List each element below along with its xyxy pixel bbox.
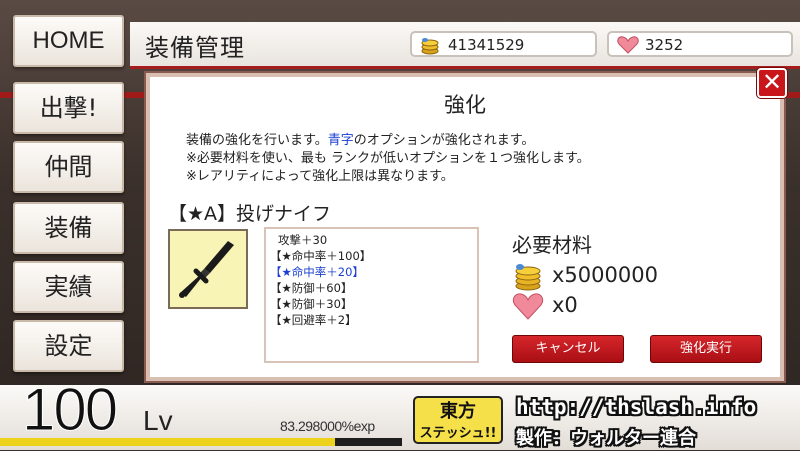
player-level: 100 bbox=[21, 376, 118, 444]
svg-text:東方: 東方 bbox=[440, 400, 476, 422]
options-list: 攻撃＋30 【★命中率＋100】 【★命中率＋20】 【★防御＋60】 【★防御… bbox=[264, 227, 479, 363]
heart-icon bbox=[512, 291, 544, 321]
svg-text:ステッシュ!!: ステッシュ!! bbox=[420, 426, 497, 441]
knife-icon bbox=[168, 229, 248, 309]
heart-cost-value: x0 bbox=[552, 293, 578, 317]
required-materials-title: 必要材料 bbox=[512, 233, 592, 257]
gold-amount: 41341529 bbox=[448, 36, 525, 54]
dialog-title: 強化 bbox=[444, 93, 486, 117]
gold-coins-icon bbox=[420, 35, 440, 55]
gold-cost-value: x5000000 bbox=[552, 263, 658, 287]
desc-text: 装備の強化を行います。 bbox=[186, 133, 328, 148]
cancel-button[interactable]: キャンセル bbox=[512, 335, 624, 363]
exp-bar bbox=[0, 438, 402, 446]
nav-equipment-button[interactable]: 装備 bbox=[13, 202, 124, 254]
option-item-highlighted: 【★命中率＋20】 bbox=[270, 265, 364, 279]
credit-text: 製作：ウォルター連合 bbox=[516, 428, 696, 449]
gold-counter: 41341529 bbox=[410, 31, 597, 57]
site-url: http://thslash.info bbox=[516, 395, 757, 419]
dialog-description-line3: ※レアリティによって強化上限は異なります。 bbox=[186, 169, 454, 184]
option-item: 【★命中率＋100】 bbox=[270, 249, 372, 263]
option-item: 【★回避率＋2】 bbox=[270, 313, 357, 327]
option-item: 【★防御＋30】 bbox=[270, 297, 353, 311]
option-item: 【★防御＋60】 bbox=[270, 281, 353, 295]
nav-settings-button[interactable]: 設定 bbox=[13, 320, 124, 372]
heart-counter: 3252 bbox=[607, 31, 793, 57]
close-icon[interactable]: ✕ bbox=[757, 68, 787, 98]
item-name: 【★A】投げナイフ bbox=[168, 203, 332, 225]
option-item: 攻撃＋30 bbox=[278, 233, 328, 247]
enhance-dialog: 強化 装備の強化を行います。青字のオプションが強化されます。 ※必要材料を使い、… bbox=[146, 73, 784, 381]
desc-blue-text: 青字 bbox=[327, 133, 354, 148]
game-logo: 東方 ステッシュ!! bbox=[412, 393, 504, 447]
gold-coins-icon bbox=[512, 261, 544, 291]
exp-percentage: 83.298000%exp bbox=[280, 418, 375, 434]
dialog-description-line2: ※必要材料を使い、最も ランクが低いオプションを１つ強化します。 bbox=[186, 151, 590, 166]
nav-sortie-button[interactable]: 出撃! bbox=[13, 82, 124, 134]
enhance-execute-button[interactable]: 強化実行 bbox=[650, 335, 762, 363]
nav-achievements-button[interactable]: 実績 bbox=[13, 261, 124, 313]
screen-title: 装備管理 bbox=[145, 34, 245, 62]
nav-home-button[interactable]: HOME bbox=[13, 15, 124, 67]
heart-icon bbox=[617, 35, 639, 54]
nav-party-button[interactable]: 仲間 bbox=[13, 141, 124, 193]
level-unit: Lv bbox=[143, 405, 173, 436]
desc-text: のオプションが強化されます。 bbox=[353, 133, 535, 148]
dialog-description-line1: 装備の強化を行います。青字のオプションが強化されます。 bbox=[186, 129, 534, 148]
exp-bar-fill bbox=[0, 438, 335, 446]
heart-amount: 3252 bbox=[645, 36, 684, 54]
